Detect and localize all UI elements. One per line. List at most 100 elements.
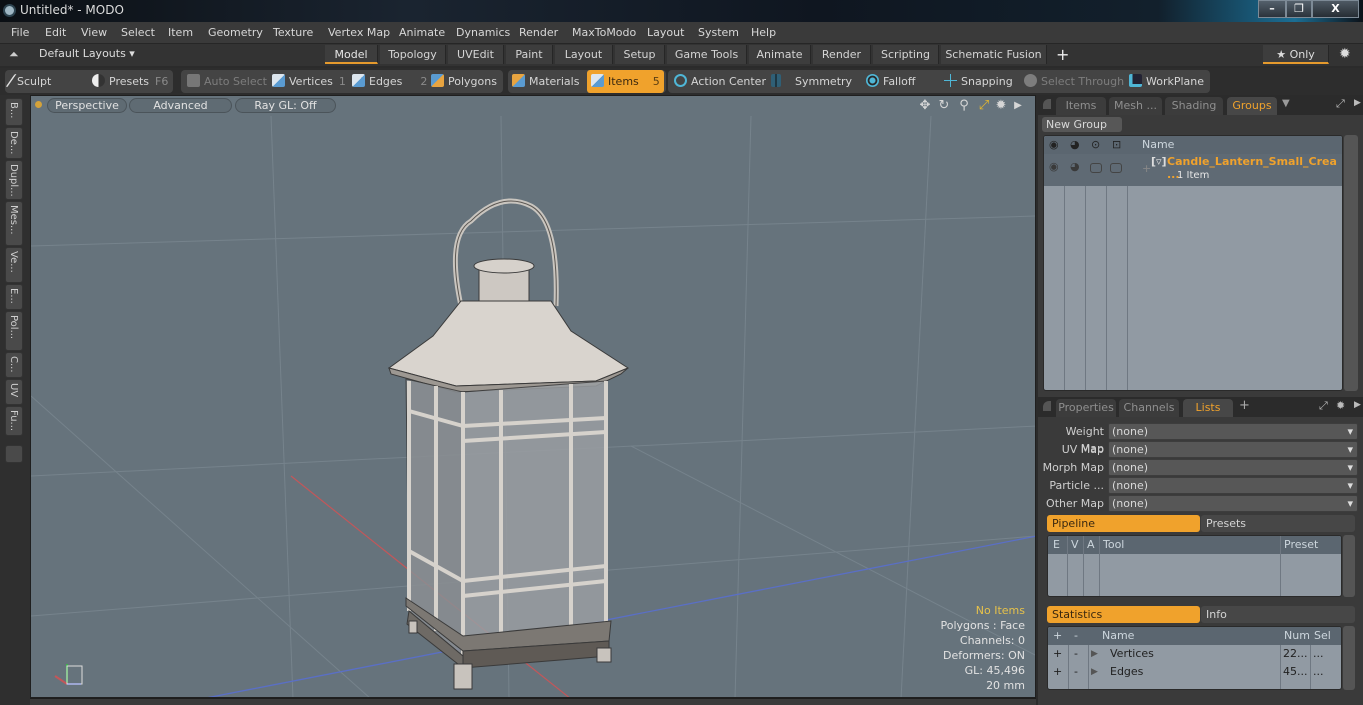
tab-setup[interactable]: Setup bbox=[615, 45, 665, 64]
menu-animate[interactable]: Animate bbox=[399, 26, 445, 39]
left-tab-vertex[interactable]: Ve... bbox=[5, 247, 23, 283]
raygl-button[interactable]: Ray GL: Off bbox=[235, 98, 336, 113]
shading-mode-button[interactable]: Advanced bbox=[129, 98, 232, 113]
menu-item[interactable]: Item bbox=[168, 26, 193, 39]
tab-schematic-fusion[interactable]: Schematic Fusion bbox=[941, 45, 1047, 64]
materials-button[interactable]: Materials bbox=[512, 70, 579, 93]
presets-button[interactable]: Presets F6 bbox=[92, 70, 168, 93]
left-tab-fusion[interactable]: Fu... bbox=[5, 406, 23, 436]
layout-selector[interactable]: Default Layouts ▾ bbox=[39, 47, 135, 60]
tab-paint[interactable]: Paint bbox=[506, 45, 553, 64]
viewport-menu-dot-icon[interactable] bbox=[35, 101, 42, 108]
panel-arrow-icon[interactable]: ▶ bbox=[1354, 98, 1361, 108]
minimize-button[interactable]: – bbox=[1258, 0, 1286, 18]
weight-map-select[interactable]: (none) bbox=[1108, 423, 1358, 440]
tab-lists[interactable]: Lists bbox=[1183, 399, 1233, 417]
menu-help[interactable]: Help bbox=[751, 26, 776, 39]
tab-animate[interactable]: Animate bbox=[749, 45, 811, 64]
only-toggle[interactable]: ★ Only bbox=[1263, 45, 1329, 64]
menu-maxtomodo[interactable]: MaxToModo bbox=[572, 26, 636, 39]
tab-presets[interactable]: Presets bbox=[1201, 515, 1355, 532]
left-tab-basic[interactable]: B... bbox=[5, 98, 23, 126]
column-remove[interactable]: - bbox=[1074, 627, 1078, 645]
groups-scrollbar[interactable] bbox=[1344, 135, 1358, 391]
expand-icon[interactable]: + bbox=[1142, 162, 1151, 175]
polygons-button[interactable]: Polygons bbox=[431, 70, 497, 93]
particle-select[interactable]: (none) bbox=[1108, 477, 1358, 494]
menu-dynamics[interactable]: Dynamics bbox=[456, 26, 510, 39]
menu-vertex-map[interactable]: Vertex Map bbox=[328, 26, 390, 39]
left-tab-edge[interactable]: E... bbox=[5, 284, 23, 310]
new-group-button[interactable]: New Group bbox=[1042, 117, 1122, 132]
add-edges-button[interactable]: + bbox=[1053, 663, 1062, 681]
tab-scripting[interactable]: Scripting bbox=[873, 45, 939, 64]
sculpt-button[interactable]: Sculpt bbox=[5, 70, 51, 93]
expand-arrow-icon[interactable]: ▶ bbox=[1091, 663, 1098, 681]
add-vertices-button[interactable]: + bbox=[1053, 645, 1062, 663]
panel-arrow-icon[interactable]: ▶ bbox=[1354, 400, 1361, 410]
expand-arrow-icon[interactable]: ▶ bbox=[1091, 645, 1098, 663]
row-select-checkbox[interactable] bbox=[1110, 163, 1122, 173]
tabs-dropdown-icon[interactable]: ▼ bbox=[1282, 98, 1290, 109]
tab-items[interactable]: Items bbox=[1056, 97, 1106, 115]
3d-viewport[interactable]: Perspective Advanced Ray GL: Off ✥ ↻ ⚲ ⤢… bbox=[30, 95, 1036, 698]
vertices-button[interactable]: Vertices 1 bbox=[272, 70, 346, 93]
viewport-more-arrow-icon[interactable]: ▶ bbox=[1011, 99, 1025, 113]
action-center-button[interactable]: Action Center bbox=[674, 70, 766, 93]
pipeline-scrollbar[interactable] bbox=[1343, 535, 1355, 597]
menu-edit[interactable]: Edit bbox=[45, 26, 66, 39]
other-map-select[interactable]: (none) bbox=[1108, 495, 1358, 512]
stat-row-edges[interactable]: + - ▶ Edges 45... ... bbox=[1048, 663, 1341, 681]
fit-view-icon[interactable]: ⤢ bbox=[977, 99, 991, 113]
panel-gear-icon[interactable]: ✹ bbox=[1336, 399, 1345, 412]
maximize-panel-icon[interactable]: ⤢ bbox=[1319, 399, 1328, 413]
remove-vertices-button[interactable]: - bbox=[1074, 645, 1078, 663]
tab-info[interactable]: Info bbox=[1201, 606, 1355, 623]
left-tab-duplicate[interactable]: Dupl... bbox=[5, 160, 23, 200]
menu-select[interactable]: Select bbox=[121, 26, 155, 39]
view-mode-button[interactable]: Perspective bbox=[47, 98, 127, 113]
tab-properties[interactable]: Properties bbox=[1056, 399, 1116, 417]
left-tab-deform[interactable]: De... bbox=[5, 127, 23, 159]
falloff-button[interactable]: Falloff bbox=[866, 70, 915, 93]
viewport-gear-icon[interactable]: ✹ bbox=[994, 99, 1008, 113]
edges-button[interactable]: Edges 2 bbox=[352, 70, 427, 93]
visibility-eye-icon[interactable]: ◉ bbox=[1049, 136, 1059, 154]
menu-system[interactable]: System bbox=[698, 26, 739, 39]
tab-uvedit[interactable]: UVEdit bbox=[448, 45, 504, 64]
remove-edges-button[interactable]: - bbox=[1074, 663, 1078, 681]
menu-render[interactable]: Render bbox=[519, 26, 558, 39]
tab-channels[interactable]: Channels bbox=[1119, 399, 1179, 417]
tab-render[interactable]: Render bbox=[813, 45, 871, 64]
menu-layout[interactable]: Layout bbox=[647, 26, 684, 39]
stat-row-vertices[interactable]: + - ▶ Vertices 22... ... bbox=[1048, 645, 1341, 663]
snapping-button[interactable]: Snapping bbox=[944, 70, 1013, 93]
row-lock-checkbox[interactable] bbox=[1090, 163, 1102, 173]
tab-statistics[interactable]: Statistics bbox=[1047, 606, 1200, 623]
rotate-icon[interactable]: ↻ bbox=[937, 99, 951, 113]
restore-button[interactable]: ❐ bbox=[1286, 0, 1312, 18]
tab-shading[interactable]: Shading bbox=[1165, 97, 1223, 115]
menu-texture[interactable]: Texture bbox=[273, 26, 313, 39]
auto-select-button[interactable]: Auto Select bbox=[187, 70, 267, 93]
tab-model[interactable]: Model bbox=[325, 45, 378, 64]
select-through-button[interactable]: Select Through bbox=[1024, 70, 1124, 93]
close-button[interactable]: X bbox=[1312, 0, 1359, 18]
symmetry-button[interactable]: Symmetry bbox=[771, 70, 852, 93]
items-button[interactable]: Items 5 bbox=[587, 70, 664, 93]
uv-map-select[interactable]: (none) bbox=[1108, 441, 1358, 458]
column-add[interactable]: + bbox=[1053, 627, 1062, 645]
tab-mesh[interactable]: Mesh ... bbox=[1109, 97, 1162, 115]
row-visibility-icon[interactable]: ◉ bbox=[1049, 160, 1059, 173]
render-icon[interactable]: ◕ bbox=[1070, 136, 1080, 154]
morph-map-select[interactable]: (none) bbox=[1108, 459, 1358, 476]
left-tab-extra[interactable] bbox=[5, 445, 23, 463]
menu-geometry[interactable]: Geometry bbox=[208, 26, 263, 39]
left-tab-polygon[interactable]: Pol... bbox=[5, 311, 23, 351]
zoom-icon[interactable]: ⚲ bbox=[957, 99, 971, 113]
collapse-arrow-icon[interactable]: ⏶ bbox=[9, 47, 19, 62]
group-row[interactable]: ◉ ◕ + [▿] Candle_Lantern_Small_Crea ... … bbox=[1044, 154, 1342, 186]
panel-menu-icon[interactable] bbox=[1043, 401, 1051, 411]
settings-gear-icon[interactable]: ✹ bbox=[1339, 46, 1351, 62]
lock-icon[interactable]: ⊙ bbox=[1091, 136, 1100, 154]
